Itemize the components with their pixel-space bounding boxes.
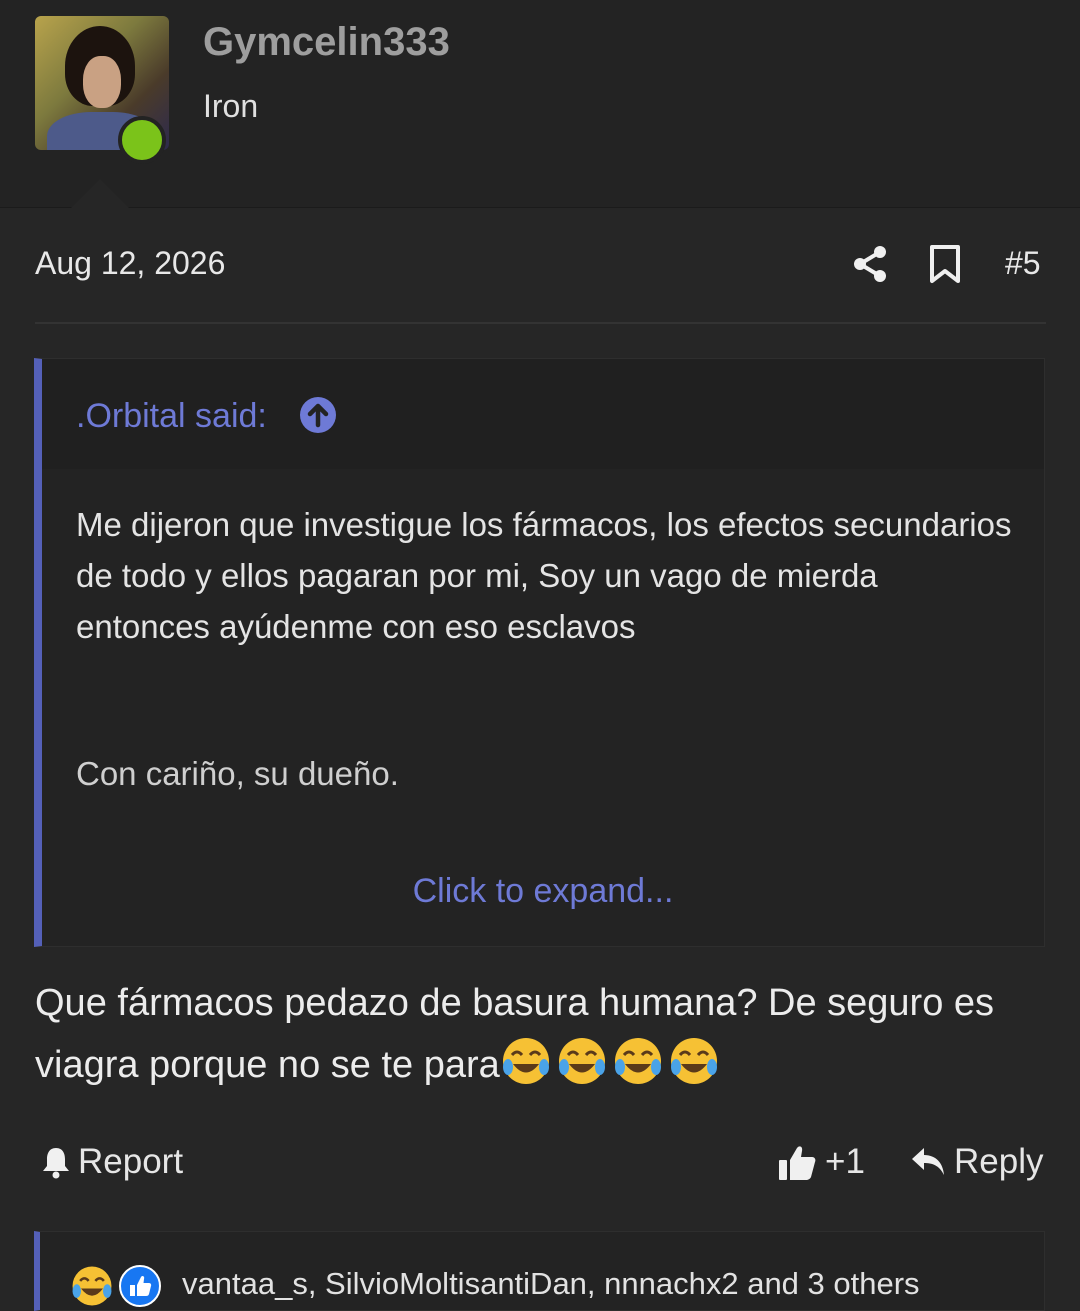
user-header: Gymcelin333 Iron xyxy=(0,0,1080,208)
quote-author[interactable]: .Orbital said: xyxy=(76,397,267,436)
reactions-text[interactable]: vantaa_s, SilvioMoltisantiDan, nnnachx2 … xyxy=(182,1266,920,1302)
bookmark-icon[interactable] xyxy=(927,244,963,284)
like-button[interactable]: +1 xyxy=(777,1140,865,1184)
like-icon xyxy=(119,1265,161,1307)
online-status-indicator xyxy=(118,116,166,164)
bell-icon xyxy=(43,1148,69,1179)
report-label: Report xyxy=(78,1142,184,1181)
jump-to-quote-icon[interactable] xyxy=(299,396,337,434)
user-title: Iron xyxy=(203,88,259,124)
quote-body: Me dijeron que investigue los fármacos, … xyxy=(76,506,1012,645)
report-button[interactable]: Report xyxy=(40,1140,183,1184)
share-icon[interactable] xyxy=(850,244,890,284)
joy-emoji xyxy=(670,1038,717,1084)
joy-emoji xyxy=(502,1038,549,1084)
reactions-bar[interactable]: vantaa_s, SilvioMoltisantiDan, nnnachx2 … xyxy=(34,1231,1045,1311)
username[interactable]: Gymcelin333 xyxy=(203,20,450,65)
post-body: Que fármacos pedazo de basura humana? De… xyxy=(35,972,1045,1096)
quote-signature: Con cariño, su dueño. xyxy=(76,755,399,792)
quote-header: .Orbital said: xyxy=(42,359,1044,469)
joy-emoji xyxy=(558,1038,605,1084)
thumbs-up-icon xyxy=(779,1146,816,1180)
reply-button[interactable]: Reply xyxy=(910,1140,1043,1184)
header-pointer xyxy=(71,179,129,208)
joy-emoji xyxy=(72,1266,112,1306)
joy-emoji xyxy=(614,1038,661,1084)
reply-label: Reply xyxy=(954,1142,1044,1181)
like-count: +1 xyxy=(825,1142,865,1181)
post-number[interactable]: #5 xyxy=(1005,245,1041,282)
reply-icon xyxy=(912,1148,944,1175)
quote-block: .Orbital said: Me dijeron que investigue… xyxy=(34,358,1045,947)
emoji-row xyxy=(500,1038,724,1086)
post-date[interactable]: Aug 12, 2026 xyxy=(35,245,225,282)
divider xyxy=(35,322,1046,324)
expand-quote-link[interactable]: Click to expand... xyxy=(42,872,1044,911)
reaction-icons xyxy=(70,1264,162,1308)
